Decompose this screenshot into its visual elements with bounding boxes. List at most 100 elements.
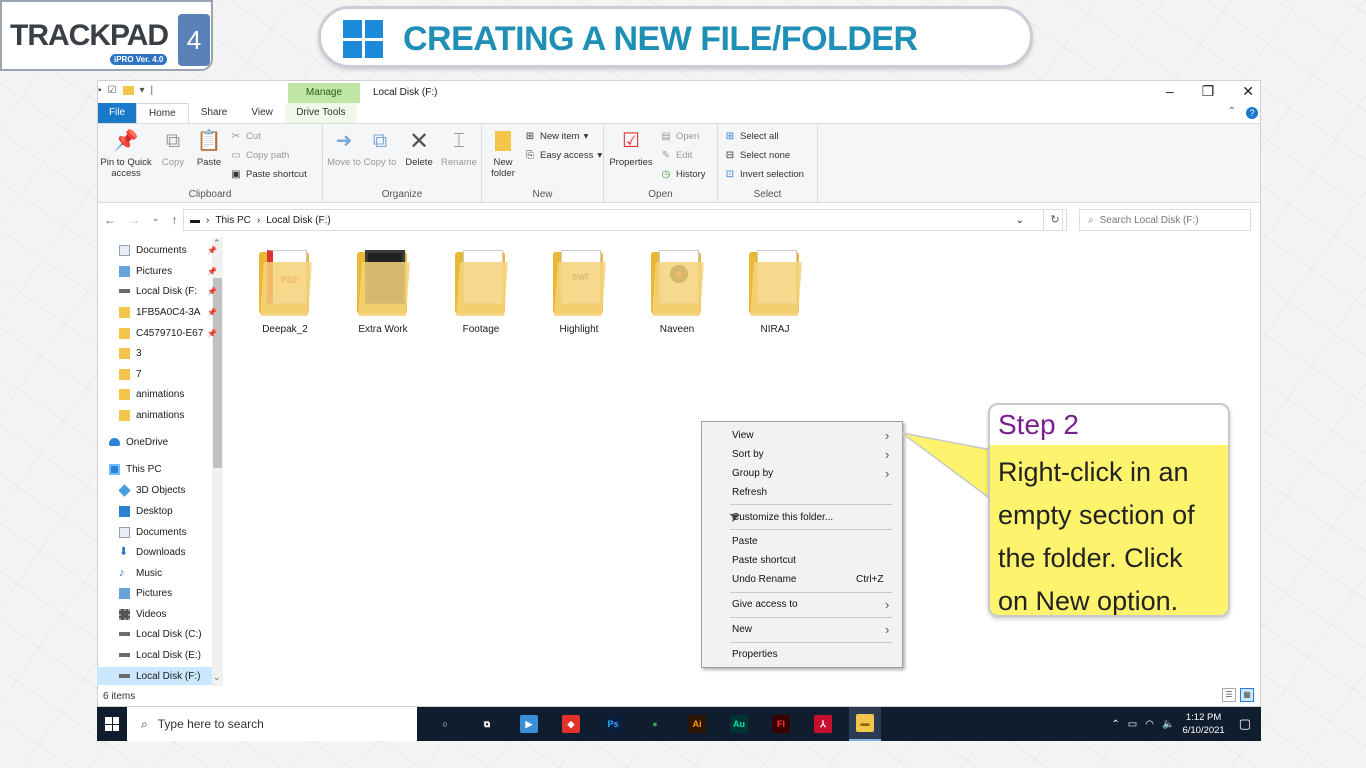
select-all-button[interactable]: ⊞ Select all	[724, 130, 779, 142]
help-icon[interactable]: ?	[1246, 107, 1258, 119]
nav-item[interactable]: Documents	[119, 523, 219, 541]
properties-button[interactable]: ☑ Properties	[608, 128, 654, 169]
taskbar-task-view[interactable]: ⧉	[471, 707, 503, 741]
illustrator-icon: Ai	[688, 715, 706, 733]
nav-item[interactable]: This PC	[109, 460, 209, 478]
nav-item[interactable]: Videos	[119, 605, 219, 623]
nav-item[interactable]: Documents 📌	[119, 241, 219, 259]
nav-item[interactable]: OneDrive	[109, 433, 209, 451]
copy-to-button[interactable]: ⧉ Copy to	[363, 128, 397, 169]
taskbar-illustrator[interactable]: Ai	[681, 707, 713, 741]
navigation-pane: Documents 📌 Pictures 📌 Local Disk (F: 📌 1FB5A0…	[97, 80, 223, 707]
nav-item[interactable]: Desktop	[119, 502, 219, 520]
menu-new[interactable]: New ›	[732, 622, 889, 637]
nav-item[interactable]: 3	[119, 344, 219, 362]
tab-view[interactable]: View	[239, 103, 285, 123]
folder-item[interactable]: Footage	[436, 248, 526, 335]
edit-icon: ✎	[661, 149, 671, 161]
move-to-button[interactable]: ➜ Move to	[327, 128, 361, 169]
collapse-ribbon-icon[interactable]: ⌃	[1228, 106, 1236, 117]
tab-drive-tools[interactable]: Drive Tools	[284, 103, 357, 123]
nav-item[interactable]: Pictures	[119, 584, 219, 602]
taskbar-anydesk[interactable]: ◆	[555, 707, 587, 741]
history-button[interactable]: ◷ History	[660, 168, 706, 180]
select-none-button[interactable]: ⊟ Select none	[724, 149, 790, 161]
nav-item[interactable]: Local Disk (F:)	[97, 667, 212, 685]
clock[interactable]: 1:12 PM 6/10/2021	[1182, 711, 1224, 737]
menu-properties[interactable]: Properties	[732, 649, 778, 660]
folder-item[interactable]: NIRAJ	[730, 248, 820, 335]
easy-access-button[interactable]: ⎘ Easy access ▾	[524, 149, 602, 161]
anydesk-icon: ◆	[562, 715, 580, 733]
nav-item[interactable]: Local Disk (C:)	[119, 625, 219, 643]
copy-path-button[interactable]: ▭ Copy path	[230, 149, 289, 161]
large-icons-view-icon[interactable]: ▦	[1240, 688, 1254, 702]
menu-customize[interactable]: Customize this folder...	[732, 512, 833, 523]
nav-item[interactable]: C4579710-E67 📌	[119, 324, 219, 342]
taskbar-media[interactable]: ▶	[513, 707, 545, 741]
nav-item[interactable]: Pictures 📌	[119, 262, 219, 280]
wifi-icon[interactable]: ◠	[1145, 719, 1154, 730]
new-item-button[interactable]: ⊞ New item ▾	[524, 130, 589, 142]
paste-shortcut-button[interactable]: ▣ Paste shortcut	[230, 168, 306, 180]
network-adapter-icon[interactable]: ▭	[1128, 719, 1137, 730]
delete-button[interactable]: ✕ Delete	[401, 128, 437, 168]
taskbar-chrome[interactable]: ●	[639, 707, 671, 741]
open-button[interactable]: ▤ Open	[660, 130, 699, 142]
nav-item[interactable]: 3D Objects	[119, 481, 219, 499]
menu-paste[interactable]: Paste	[732, 536, 758, 547]
address-dropdown-icon[interactable]: ⌄	[1016, 215, 1024, 226]
scroll-up-icon[interactable]: ⌃	[213, 238, 221, 249]
folder-item[interactable]: Extra Work	[338, 248, 428, 335]
cut-button[interactable]: ✂ Cut	[230, 130, 261, 142]
refresh-icon[interactable]: ↻	[1043, 209, 1067, 231]
scroll-down-icon[interactable]: ⌄	[213, 672, 221, 683]
nav-item[interactable]: animations	[119, 406, 219, 424]
taskbar-audition[interactable]: Au	[723, 707, 755, 741]
new-folder-button[interactable]: New folder	[484, 128, 522, 179]
fold-icon	[119, 368, 130, 380]
history-label: History	[676, 168, 706, 180]
menu-give-access[interactable]: Give access to ›	[732, 597, 889, 612]
restore-icon[interactable]: ❐	[1202, 83, 1215, 100]
close-icon[interactable]: ✕	[1242, 83, 1254, 100]
breadcrumb-local-disk[interactable]: Local Disk (F:)	[266, 215, 330, 226]
details-view-icon[interactable]: ☰	[1222, 688, 1236, 702]
nav-item[interactable]: Local Disk (F: 📌	[119, 282, 219, 300]
search-input[interactable]: ⌕ Search Local Disk (F:)	[1079, 209, 1251, 231]
rename-button[interactable]: ⌶ Rename	[439, 128, 479, 169]
menu-group-by[interactable]: Group by ›	[732, 466, 889, 481]
folder-item[interactable]: Highlight	[534, 248, 624, 335]
menu-sort-by[interactable]: Sort by ›	[732, 447, 889, 462]
nav-item[interactable]: 7	[119, 365, 219, 383]
menu-paste-shortcut[interactable]: Paste shortcut	[732, 555, 796, 566]
menu-separator	[730, 642, 892, 643]
menu-view[interactable]: View ›	[732, 428, 889, 443]
folder-icon	[455, 248, 508, 316]
volume-icon[interactable]: 🔈	[1162, 719, 1174, 730]
start-button[interactable]	[97, 707, 127, 741]
nav-item[interactable]: 1FB5A0C4-3A 📌	[119, 303, 219, 321]
menu-separator	[730, 617, 892, 618]
menu-undo-rename[interactable]: Undo Rename Ctrl+Z	[732, 574, 884, 585]
menu-refresh[interactable]: Refresh	[732, 487, 767, 498]
nav-item[interactable]: ⬇ Downloads	[119, 543, 219, 561]
nav-item[interactable]: animations	[119, 385, 219, 403]
invert-selection-button[interactable]: ⊡ Invert selection	[724, 168, 804, 180]
minimize-icon[interactable]: –	[1166, 83, 1174, 100]
folder-item[interactable]: Deepak_2	[240, 248, 330, 335]
tray-overflow-icon[interactable]: ⌃	[1111, 719, 1119, 730]
edit-button[interactable]: ✎ Edit	[660, 149, 693, 161]
address-bar[interactable]: ▬ › This PC › Local Disk (F:) ⌄	[183, 209, 1063, 231]
taskbar-flash[interactable]: Fl	[765, 707, 797, 741]
folder-item[interactable]: Naveen	[632, 248, 722, 335]
notifications-icon[interactable]: ▢	[1239, 716, 1251, 732]
taskbar-search[interactable]: ⌕ Type here to search	[127, 707, 417, 741]
tab-manage[interactable]: Manage	[288, 83, 360, 103]
taskbar-photoshop[interactable]: Ps	[597, 707, 629, 741]
nav-item[interactable]: Local Disk (E:)	[119, 646, 219, 664]
taskbar-file-explorer[interactable]: ▬	[849, 707, 881, 741]
nav-item[interactable]: ♪ Music	[119, 564, 219, 582]
taskbar-cortana[interactable]: ○	[429, 707, 461, 741]
taskbar-acrobat[interactable]: ⅄	[807, 707, 839, 741]
